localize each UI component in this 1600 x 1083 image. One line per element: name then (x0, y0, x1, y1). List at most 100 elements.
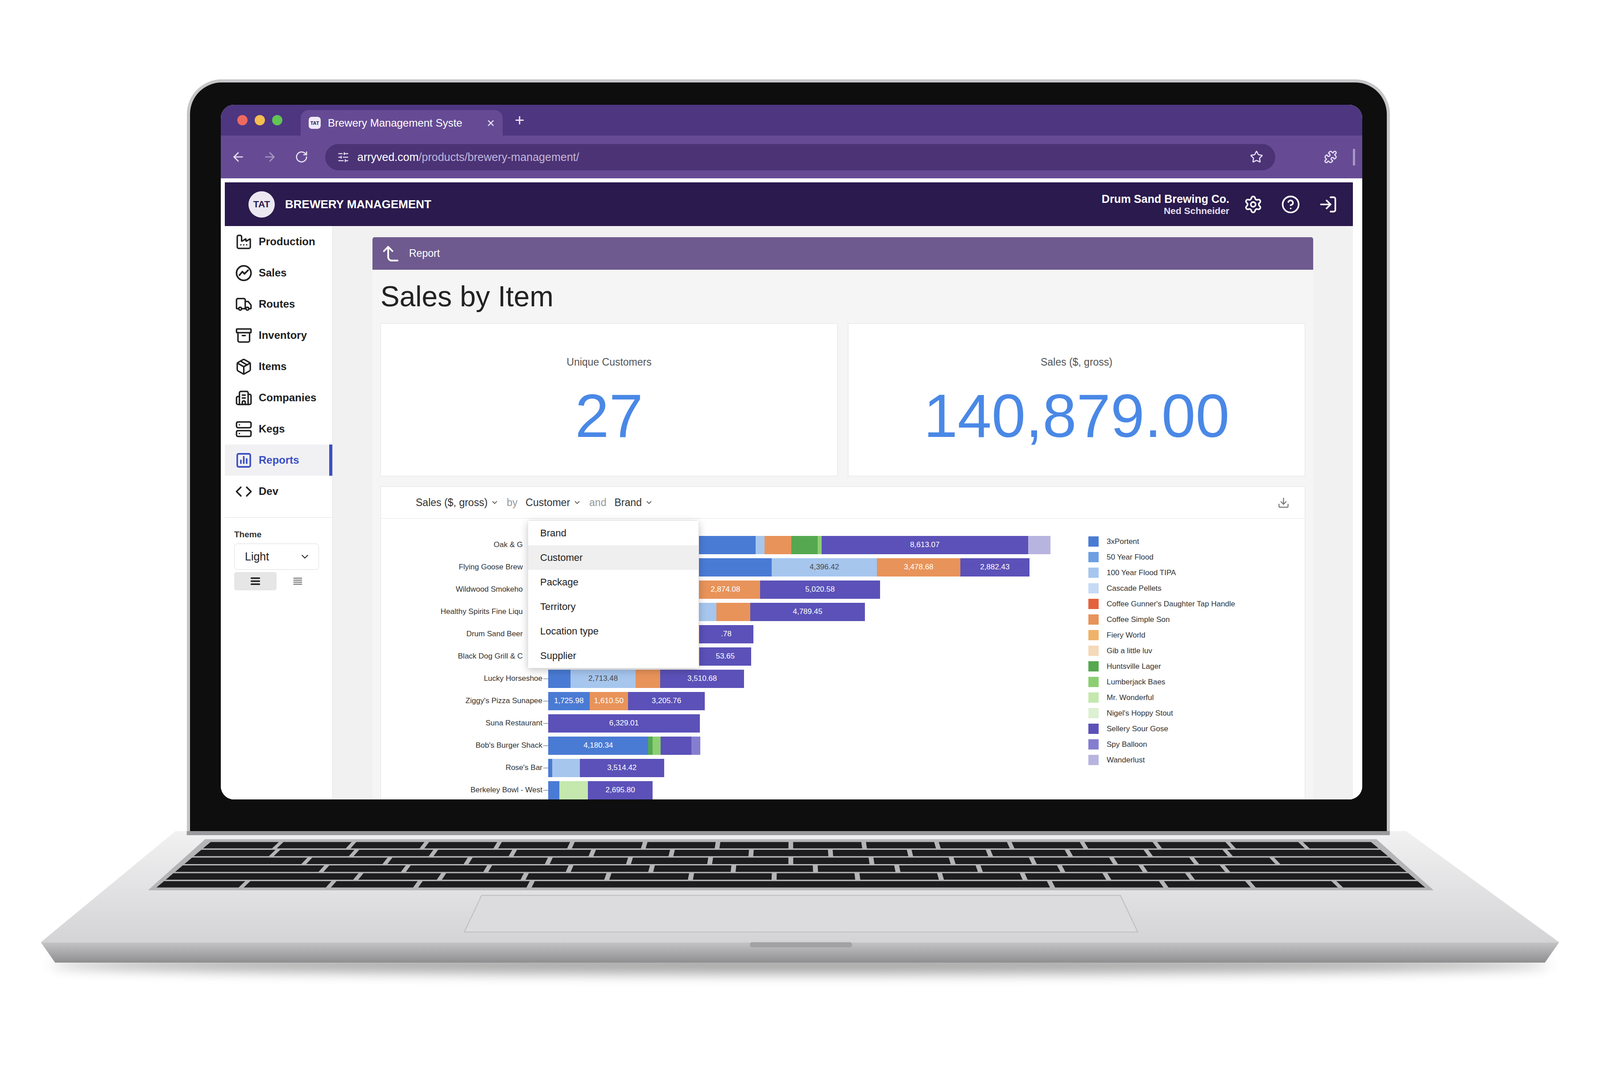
back-up-arrow-icon[interactable] (380, 243, 402, 265)
bar-segment[interactable] (691, 736, 701, 756)
bar-segment[interactable]: 3,510.68 (660, 669, 745, 689)
menu-item[interactable]: Brand (528, 520, 699, 546)
sidebar-item[interactable]: Production (224, 226, 333, 258)
bar-segment[interactable]: 3,514.42 (579, 759, 665, 778)
menu-item[interactable]: Package (528, 570, 699, 595)
bar-segment[interactable]: 4,396.42 (771, 558, 877, 577)
legend-item[interactable]: 100 Year Flood TIPA (1088, 565, 1305, 581)
bar-segment[interactable] (764, 536, 791, 555)
forward-button[interactable] (255, 142, 285, 172)
browser-tab[interactable]: TATBrewery Management Syste× (300, 110, 503, 136)
bar-segment[interactable] (716, 603, 751, 622)
stat-value: 27 (574, 380, 643, 452)
sidebar-item[interactable]: Dev (224, 475, 333, 508)
sidebar-item[interactable]: Sales (224, 257, 333, 289)
metric-picker[interactable]: Sales ($, gross) (415, 496, 499, 509)
breadcrumb[interactable]: Report (409, 247, 440, 260)
legend-item[interactable]: Lumberjack Baes (1088, 674, 1305, 691)
bar-segment[interactable]: 6,329.01 (548, 714, 700, 733)
legend-item[interactable]: Sellery Sour Gose (1088, 721, 1305, 737)
bar-segment[interactable] (548, 669, 571, 689)
bar-segment[interactable]: 2,882.43 (960, 558, 1030, 577)
legend-item[interactable]: 3xPortent (1088, 533, 1305, 550)
bar-segment[interactable]: 3,478.68 (876, 558, 961, 577)
logo[interactable]: TAT (248, 191, 275, 218)
window-control[interactable] (272, 115, 283, 126)
window-control[interactable] (254, 115, 265, 126)
extensions-button[interactable] (1316, 142, 1345, 172)
category-label: Drum Sand Beer (380, 629, 544, 639)
legend-item[interactable]: Coffee Gunner's Daughter Tap Handle (1088, 596, 1305, 612)
bar-segment[interactable]: 4,789.45 (750, 603, 865, 622)
menu-item[interactable]: Customer (528, 545, 699, 571)
legend-item[interactable]: Cascade Pellets (1088, 580, 1305, 597)
new-tab-button[interactable]: + (514, 111, 525, 129)
bar-segment[interactable] (660, 736, 692, 756)
stack-picker[interactable]: Brand (614, 496, 653, 509)
profile-button[interactable] (1352, 148, 1356, 166)
legend-item[interactable]: Mr. Wonderful (1088, 690, 1305, 706)
sidebar-item[interactable]: Companies (224, 382, 333, 414)
tab-close[interactable]: × (486, 116, 495, 130)
bar-segment[interactable]: 1,725.98 (548, 692, 590, 711)
gear-icon[interactable] (1243, 194, 1263, 215)
bar-segment[interactable]: 4,180.34 (548, 736, 649, 756)
legend-item[interactable]: Fiery World (1088, 627, 1305, 644)
layout-toggle[interactable] (276, 572, 319, 591)
sign-in-icon[interactable] (1318, 194, 1338, 215)
back-button[interactable] (223, 142, 253, 172)
menu-item[interactable]: Location type (528, 619, 699, 644)
arrow-left-icon (231, 149, 246, 165)
sidebar-item[interactable]: Routes (224, 288, 333, 320)
legend-label: Coffee Gunner's Daughter Tap Handle (1106, 599, 1236, 609)
star-icon[interactable] (1249, 150, 1264, 164)
bar-segment[interactable] (755, 536, 765, 555)
reload-button[interactable] (287, 142, 316, 172)
sidebar-item[interactable]: Items (224, 351, 333, 383)
window-control[interactable] (237, 115, 248, 126)
bar-segment[interactable]: 3,205.76 (628, 692, 705, 711)
legend-item[interactable]: Gib a little luv (1088, 643, 1305, 659)
legend-item[interactable]: 50 Year Flood (1088, 549, 1305, 566)
bar-segment[interactable]: 2,713.48 (570, 669, 636, 689)
legend-item[interactable]: Nigel's Hoppy Stout (1088, 705, 1305, 722)
keyboard-key (156, 881, 246, 888)
legend-item[interactable]: Spy Balloon (1088, 736, 1305, 753)
export-button[interactable] (1277, 496, 1290, 509)
sidebar-item[interactable]: Reports (224, 444, 333, 476)
bar-segment[interactable] (635, 669, 661, 689)
bar-segment[interactable]: 2,874.08 (690, 580, 760, 600)
trackpad[interactable] (464, 895, 1138, 933)
bar-segment[interactable] (1028, 536, 1051, 555)
site-settings-icon[interactable] (337, 151, 350, 164)
layout-toggle[interactable] (234, 572, 277, 591)
menu-item[interactable]: Supplier (528, 643, 699, 669)
bar-segment[interactable] (791, 536, 818, 555)
sidebar-item[interactable]: Inventory (224, 319, 333, 352)
bar-segment[interactable]: .78 (699, 625, 754, 644)
group-picker[interactable]: Customer (525, 496, 582, 509)
legend-item[interactable]: Wanderlust (1088, 752, 1305, 769)
legend-item[interactable]: Coffee Simple Son (1088, 611, 1305, 628)
bar-segment[interactable] (548, 781, 560, 800)
bar-segment[interactable] (552, 759, 580, 778)
bar-segment[interactable]: 53.65 (699, 647, 752, 666)
bar-segment[interactable] (548, 759, 553, 778)
bar-segment[interactable]: 2,695.80 (587, 781, 653, 800)
keyboard-key (1062, 865, 1143, 873)
sidebar-item[interactable]: Kegs (224, 413, 333, 445)
menu-item[interactable]: Territory (528, 594, 699, 620)
theme-select[interactable]: Light (234, 543, 319, 571)
bar-segment[interactable]: 8,613.07 (821, 536, 1029, 555)
bar-segment[interactable]: 1,610.50 (589, 692, 629, 711)
bar-segment[interactable] (817, 536, 822, 555)
bar-segment[interactable] (652, 736, 661, 756)
bar-segment[interactable] (648, 736, 653, 756)
bar-segment[interactable]: 5,020.58 (760, 580, 881, 600)
bar-segment[interactable] (559, 781, 588, 800)
spacious-lines-icon (291, 575, 304, 588)
help-icon[interactable] (1281, 194, 1301, 215)
legend-item[interactable]: Huntsville Lager (1088, 658, 1305, 675)
address-bar[interactable]: arryved.com/products/brewery-management/ (325, 144, 1276, 171)
joiner-text: by (506, 496, 518, 509)
